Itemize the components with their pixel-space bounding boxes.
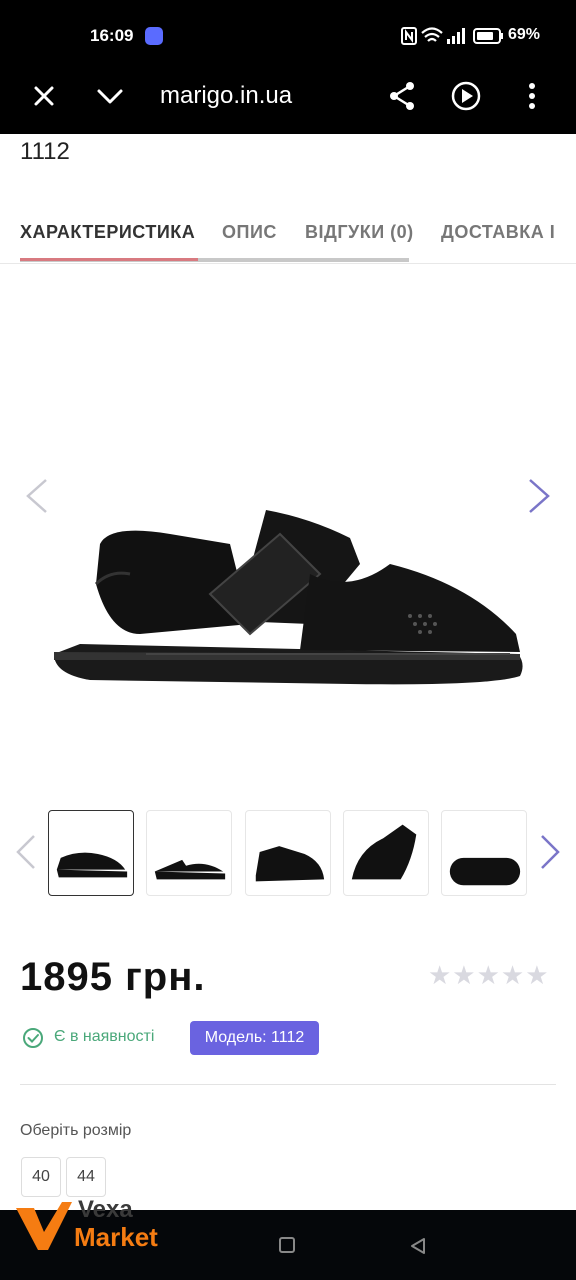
back-icon[interactable] [408, 1236, 428, 1256]
status-time: 16:09 [90, 26, 134, 45]
tab-reviews[interactable]: ВІДГУКИ (0) [305, 222, 414, 243]
rating-stars[interactable]: ★★★★★ [428, 960, 550, 991]
wifi-icon [421, 27, 443, 42]
thumbnail-4[interactable] [343, 810, 429, 896]
thumb-image [255, 846, 325, 882]
tab-characteristics[interactable]: ХАРАКТЕРИСТИКА [20, 222, 195, 243]
battery-percent: 69% [508, 26, 541, 43]
url-text[interactable]: marigo.in.ua [160, 82, 292, 110]
thumbnail-2[interactable] [146, 810, 232, 896]
battery-icon [473, 28, 503, 44]
app-notification-icon [145, 27, 163, 45]
thumbnail-1[interactable] [48, 810, 134, 896]
chevron-left-icon[interactable] [22, 476, 52, 516]
product-image-carousel[interactable] [0, 268, 576, 788]
thumbnail-strip [0, 806, 576, 902]
thumb-image [56, 852, 128, 878]
more-vert-icon[interactable] [516, 80, 548, 112]
vexa-market-watermark: Vexa Market [14, 1196, 194, 1260]
stock-text: Є в наявності [54, 1028, 155, 1045]
chevron-down-icon[interactable] [94, 80, 126, 112]
size-option-40[interactable]: 40 [21, 1157, 61, 1197]
check-circle-icon [23, 1028, 43, 1048]
logo-v-icon [16, 1202, 72, 1250]
top-bar: 16:09 69% marigo.in.ua [0, 0, 576, 134]
size-label: Оберіть розмір [20, 1122, 132, 1139]
tab-delivery[interactable]: ДОСТАВКА І [441, 222, 555, 243]
product-tabs: ХАРАКТЕРИСТИКА ОПИС ВІДГУКИ (0) ДОСТАВКА… [0, 200, 576, 264]
product-title-fragment: 1112 [20, 138, 70, 165]
logo-line2: Market [74, 1222, 158, 1252]
thumbnail-3[interactable] [245, 810, 331, 896]
product-price: 1895 грн. [20, 955, 206, 999]
active-tab-indicator [20, 258, 198, 261]
close-icon[interactable] [28, 80, 60, 112]
thumb-image [449, 857, 521, 886]
signal-icon [447, 28, 465, 44]
tab-description[interactable]: ОПИС [222, 222, 277, 243]
chevron-right-icon[interactable] [524, 476, 554, 516]
thumbnail-5[interactable] [441, 810, 527, 896]
home-icon[interactable] [279, 1237, 295, 1253]
sandal-image [54, 510, 523, 685]
status-bar: 16:09 69% [0, 0, 576, 70]
logo-line1: Vexa [78, 1196, 133, 1223]
thumb-image [154, 859, 226, 880]
thumb-prev-icon[interactable] [12, 832, 38, 872]
browser-toolbar: marigo.in.ua [0, 66, 576, 126]
play-icon[interactable] [450, 80, 482, 112]
model-badge: Модель: 1112 [190, 1021, 319, 1055]
nfc-icon [401, 27, 417, 45]
thumb-image [351, 824, 417, 880]
share-icon[interactable] [386, 80, 418, 112]
size-option-44[interactable]: 44 [66, 1157, 106, 1197]
thumb-next-icon[interactable] [538, 832, 564, 872]
divider [20, 1084, 556, 1085]
